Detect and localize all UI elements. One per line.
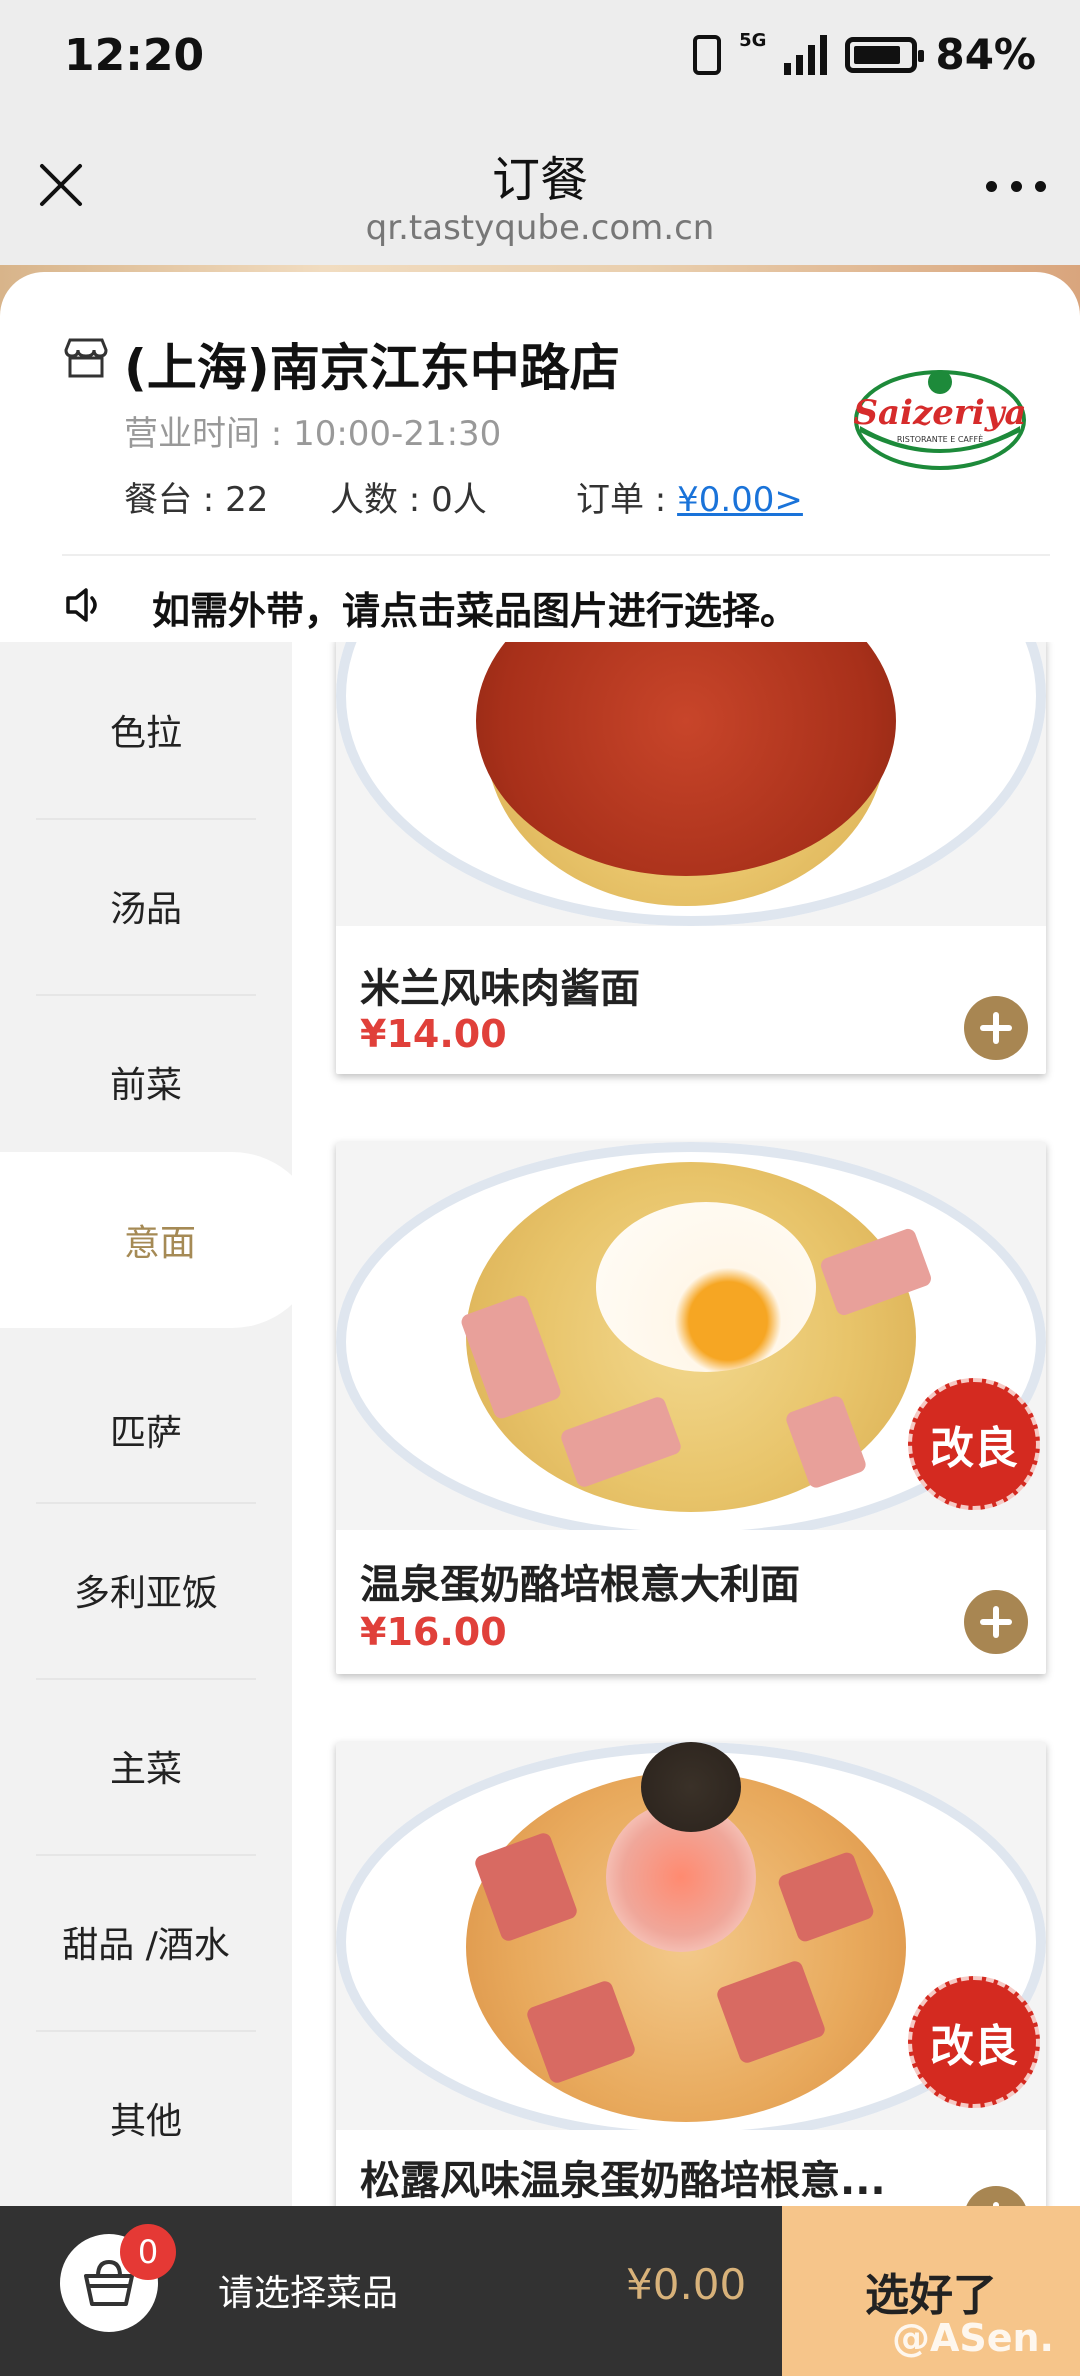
nav-bar: 订餐 qr.tastyqube.com.cn xyxy=(0,120,1080,270)
status-time: 12:20 xyxy=(64,30,205,81)
poached-egg xyxy=(596,1202,816,1372)
page-url: qr.tastyqube.com.cn xyxy=(365,208,715,248)
add-to-cart-button[interactable] xyxy=(964,2186,1028,2206)
category-dessert-drinks[interactable]: 甜品 /酒水 xyxy=(0,1854,292,2030)
logo-subtext: RISTORANTE E CAFFÈ xyxy=(897,433,983,444)
takeaway-notice: 如需外带，请点击菜品图片进行选择。 xyxy=(152,589,799,633)
dish-card[interactable]: 改良 温泉蛋奶酪培根意大利面 ¥16.00 xyxy=(336,1142,1046,1674)
order-label: 订单 : xyxy=(576,480,678,520)
category-doria[interactable]: 多利亚饭 xyxy=(0,1502,292,1678)
category-sidebar: 色拉 汤品 前菜 意面 匹萨 多利亚饭 主菜 甜品 /酒水 其他 xyxy=(0,642,320,2206)
dish-card[interactable]: 米兰风味肉酱面 ¥14.00 xyxy=(336,642,1046,1074)
category-other[interactable]: 其他 xyxy=(0,2030,292,2206)
truffle xyxy=(641,1742,741,1832)
category-salad[interactable]: 色拉 xyxy=(0,642,292,818)
category-pizza[interactable]: 匹萨 xyxy=(0,1342,292,1518)
watermark: @ASen. xyxy=(891,2316,1054,2360)
dish-price: ¥16.00 xyxy=(360,1610,507,1654)
logo-text: Saizeriya xyxy=(853,393,1026,433)
shop-icon xyxy=(64,338,108,378)
shop-header: (上海)南京江东中路店 营业时间 : 10:00-21:30 餐台 : 22 人… xyxy=(0,272,1080,642)
improved-badge: 改良 xyxy=(908,1976,1040,2108)
cart-bar: 0 请选择菜品 ¥0.00 选好了 @ASen. xyxy=(0,2206,1080,2376)
order-amount-link[interactable]: ¥0.00> xyxy=(677,480,803,520)
category-appetizer[interactable]: 前菜 xyxy=(0,994,292,1170)
battery-icon xyxy=(845,36,925,73)
dish-name: 松露风味温泉蛋奶酪培根意... xyxy=(360,2158,886,2204)
category-main[interactable]: 主菜 xyxy=(0,1678,292,1854)
more-icon[interactable] xyxy=(986,176,1046,196)
dish-image[interactable]: 改良 xyxy=(336,1142,1046,1530)
divider xyxy=(62,554,1050,556)
dish-price: ¥14.00 xyxy=(360,1012,507,1056)
add-to-cart-button[interactable] xyxy=(964,996,1028,1060)
dish-image[interactable]: 改良 xyxy=(336,1742,1046,2130)
status-icons: 5G 84% xyxy=(693,30,1036,79)
vibrate-icon xyxy=(693,34,722,75)
battery-percent: 84% xyxy=(935,30,1036,79)
signal-icon xyxy=(784,34,828,75)
shop-name: (上海)南京江东中路店 xyxy=(124,339,620,397)
speaker-icon xyxy=(66,588,97,622)
cart-total: ¥0.00 xyxy=(626,2260,747,2309)
dish-name: 米兰风味肉酱面 xyxy=(360,966,640,1012)
dish-list: 米兰风味肉酱面 ¥14.00 改良 温泉蛋奶酪培根意大利面 ¥16.00 改良 … xyxy=(292,642,1080,2206)
people-count: 人数 : 0人 xyxy=(330,480,487,520)
page-title: 订餐 xyxy=(491,152,588,208)
saizeriya-logo: Saizeriya RISTORANTE E CAFFÈ xyxy=(853,370,1027,470)
network-label: 5G xyxy=(739,30,767,51)
dish-image[interactable] xyxy=(336,642,1046,926)
add-to-cart-button[interactable] xyxy=(964,1590,1028,1654)
table-number: 餐台 : 22 xyxy=(124,480,269,520)
status-bar: 12:20 5G 84% xyxy=(0,0,1080,120)
business-hours: 营业时间 : 10:00-21:30 xyxy=(124,414,502,454)
category-soup[interactable]: 汤品 xyxy=(0,818,292,994)
dish-name: 温泉蛋奶酪培根意大利面 xyxy=(360,1562,800,1608)
improved-badge: 改良 xyxy=(908,1378,1040,1510)
category-pasta[interactable]: 意面 xyxy=(0,1152,320,1328)
table-info: 餐台 : 22 人数 : 0人 订单 : ¥0.00> xyxy=(124,472,803,521)
cart-count-badge: 0 xyxy=(120,2224,176,2280)
order-summary: 订单 : ¥0.00> xyxy=(576,472,803,521)
dish-card[interactable]: 改良 松露风味温泉蛋奶酪培根意... xyxy=(336,1742,1046,2206)
cart-hint: 请选择菜品 xyxy=(218,2273,399,2314)
